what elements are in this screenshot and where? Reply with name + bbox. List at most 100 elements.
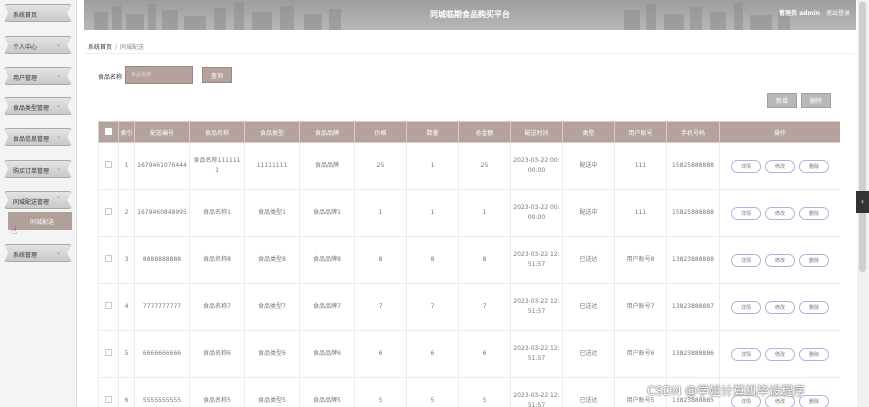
column-header: 数量 [406,121,459,143]
detail-button[interactable]: 详情 [731,159,761,173]
cell-food-name: 食品名称6 [189,330,245,378]
scrollbar-thumb[interactable] [859,2,866,272]
chevron-down-icon: ⌄ [55,249,61,256]
delete-button[interactable]: 删除 [799,347,829,361]
sidebar-item-system[interactable]: 系统管理 ⌄ [4,244,72,262]
cell-qty: 7 [406,283,459,331]
chevron-down-icon: ⌄ [55,72,61,79]
row-checkbox[interactable] [98,142,119,190]
cell-time: 2023-03-22 00:00:00 [510,189,563,237]
cell-brand: 食品品牌6 [299,330,355,378]
row-actions: 详情 修改 删除 [719,330,840,378]
cell-index: 5 [118,330,135,378]
cell-food-type: 食品类型6 [244,330,300,378]
cell-qty: 5 [406,377,459,407]
cell-phone: 15825888888 [666,189,720,237]
cell-brand: 食品品牌5 [299,377,355,407]
cell-account: 用户账号6 [614,330,667,378]
row-actions: 详情 修改 删除 [719,283,840,331]
cell-index: 3 [118,236,135,284]
column-header: 操作 [719,121,840,143]
row-checkbox[interactable] [98,377,119,407]
cell-total: 8 [458,236,511,284]
detail-button[interactable]: 详情 [731,253,761,267]
cell-price: 7 [354,283,407,331]
edit-button[interactable]: 修改 [765,159,795,173]
cell-qty: 6 [406,330,459,378]
row-checkbox[interactable] [98,283,119,331]
cell-food-name: 食品名称8 [189,236,245,284]
detail-button[interactable]: 详情 [731,206,761,220]
watermark: CSDN @学姐计算机毕设程序 [647,384,806,398]
row-checkbox[interactable] [98,236,119,284]
edit-button[interactable]: 修改 [765,206,795,220]
cell-brand: 食品品牌 [299,142,355,190]
table-row: 5 6666666666 食品名称6 食品类型6 食品品牌6 6 6 6 2023-03-22 … [98,330,840,378]
row-checkbox[interactable] [98,330,119,378]
sidebar-item-food-types[interactable]: 食品类型管理 ⌄ [4,97,72,115]
edit-button[interactable]: 修改 [765,253,795,267]
sidebar-item-users[interactable]: 用户管理 ⌄ [4,67,72,85]
cell-account: 用户账号8 [614,236,667,284]
cell-delivery-no: 6666666666 [134,330,190,378]
cell-account: 111 [614,142,667,190]
cell-food-name: 食品名称7 [189,283,245,331]
sidebar-item-label: 个人中心 [13,44,38,51]
sidebar-item-label: 食品信息管理 [13,136,50,143]
chevron-down-icon: ⌄ [55,41,61,48]
detail-button[interactable]: 详情 [731,300,761,314]
breadcrumb-separator: / [115,44,118,51]
breadcrumb-home[interactable]: 系统首页 [88,44,112,51]
delete-button[interactable]: 删除 [799,253,829,267]
sidebar-item-food-info[interactable]: 食品信息管理 ⌄ [4,128,72,146]
cell-price: 5 [354,377,407,407]
chevron-left-icon[interactable]: ‹ [856,191,869,213]
cell-total: 25 [458,142,511,190]
cell-time: 2023-03-22 12:51:57 [510,330,563,378]
column-header: 类型 [562,121,615,143]
sidebar-item-home[interactable]: 系统首页 [4,4,72,22]
sidebar-item-delivery[interactable]: 同城配送管理 ⌃ [4,191,72,209]
detail-button[interactable]: 详情 [731,347,761,361]
cell-time: 2023-03-22 12:51:57 [510,283,563,331]
cell-phone: 13823888888 [666,236,720,284]
chevron-down-icon: ⌄ [55,133,61,140]
query-button[interactable]: 查询 [202,67,232,83]
breadcrumb: 系统首页 / 同城配送 [88,42,144,51]
cell-food-name: 食品名称1111111 [189,142,245,190]
cell-index: 6 [118,377,135,407]
cell-index: 4 [118,283,135,331]
app-title: 同城临期食品购买平台 [430,10,510,19]
table-row: 2 1679460848995 食品名称1 食品类型1 食品品牌1 1 1 1 2023-03-… [98,189,840,237]
cell-phone: 13823888886 [666,330,720,378]
logout-link[interactable]: 退出登录 [826,8,850,17]
cell-price: 1 [354,189,407,237]
cell-delivery-no: 1679461076444 [134,142,190,190]
cell-status: 已送达 [562,283,615,331]
batch-delete-button[interactable]: 删除 [801,93,831,108]
sidebar-item-personal-center[interactable]: 个人中心 ⌄ [4,36,72,54]
row-checkbox[interactable] [98,189,119,237]
cell-delivery-no: 8888888888 [134,236,190,284]
sidebar-subitem-delivery[interactable]: 同城配送 [8,212,72,230]
cell-food-type: 食品类型1 [244,189,300,237]
chevron-up-icon: ⌃ [55,196,61,203]
delete-button[interactable]: 删除 [799,206,829,220]
sidebar-item-label: 用户管理 [13,75,38,82]
sidebar-item-label: 系统管理 [13,252,38,259]
food-name-search-input[interactable] [125,66,193,84]
cell-total: 5 [458,377,511,407]
cell-time: 2023-03-22 12:51:57 [510,236,563,284]
sidebar-item-orders[interactable]: 购买订单管理 ⌄ [4,160,72,178]
delete-button[interactable]: 删除 [799,300,829,314]
cell-brand: 食品品牌1 [299,189,355,237]
breadcrumb-current: 同城配送 [120,44,145,51]
delete-button[interactable]: 删除 [799,159,829,173]
edit-button[interactable]: 修改 [765,300,795,314]
table-row: 1 1679461076444 食品名称1111111 11111111 食品品牌 25 1… [98,142,840,190]
select-all-checkbox[interactable] [98,121,119,143]
cell-status: 已送达 [562,330,615,378]
sidebar-item-label: 食品类型管理 [13,105,50,112]
add-button[interactable]: 新增 [767,93,797,108]
edit-button[interactable]: 修改 [765,347,795,361]
